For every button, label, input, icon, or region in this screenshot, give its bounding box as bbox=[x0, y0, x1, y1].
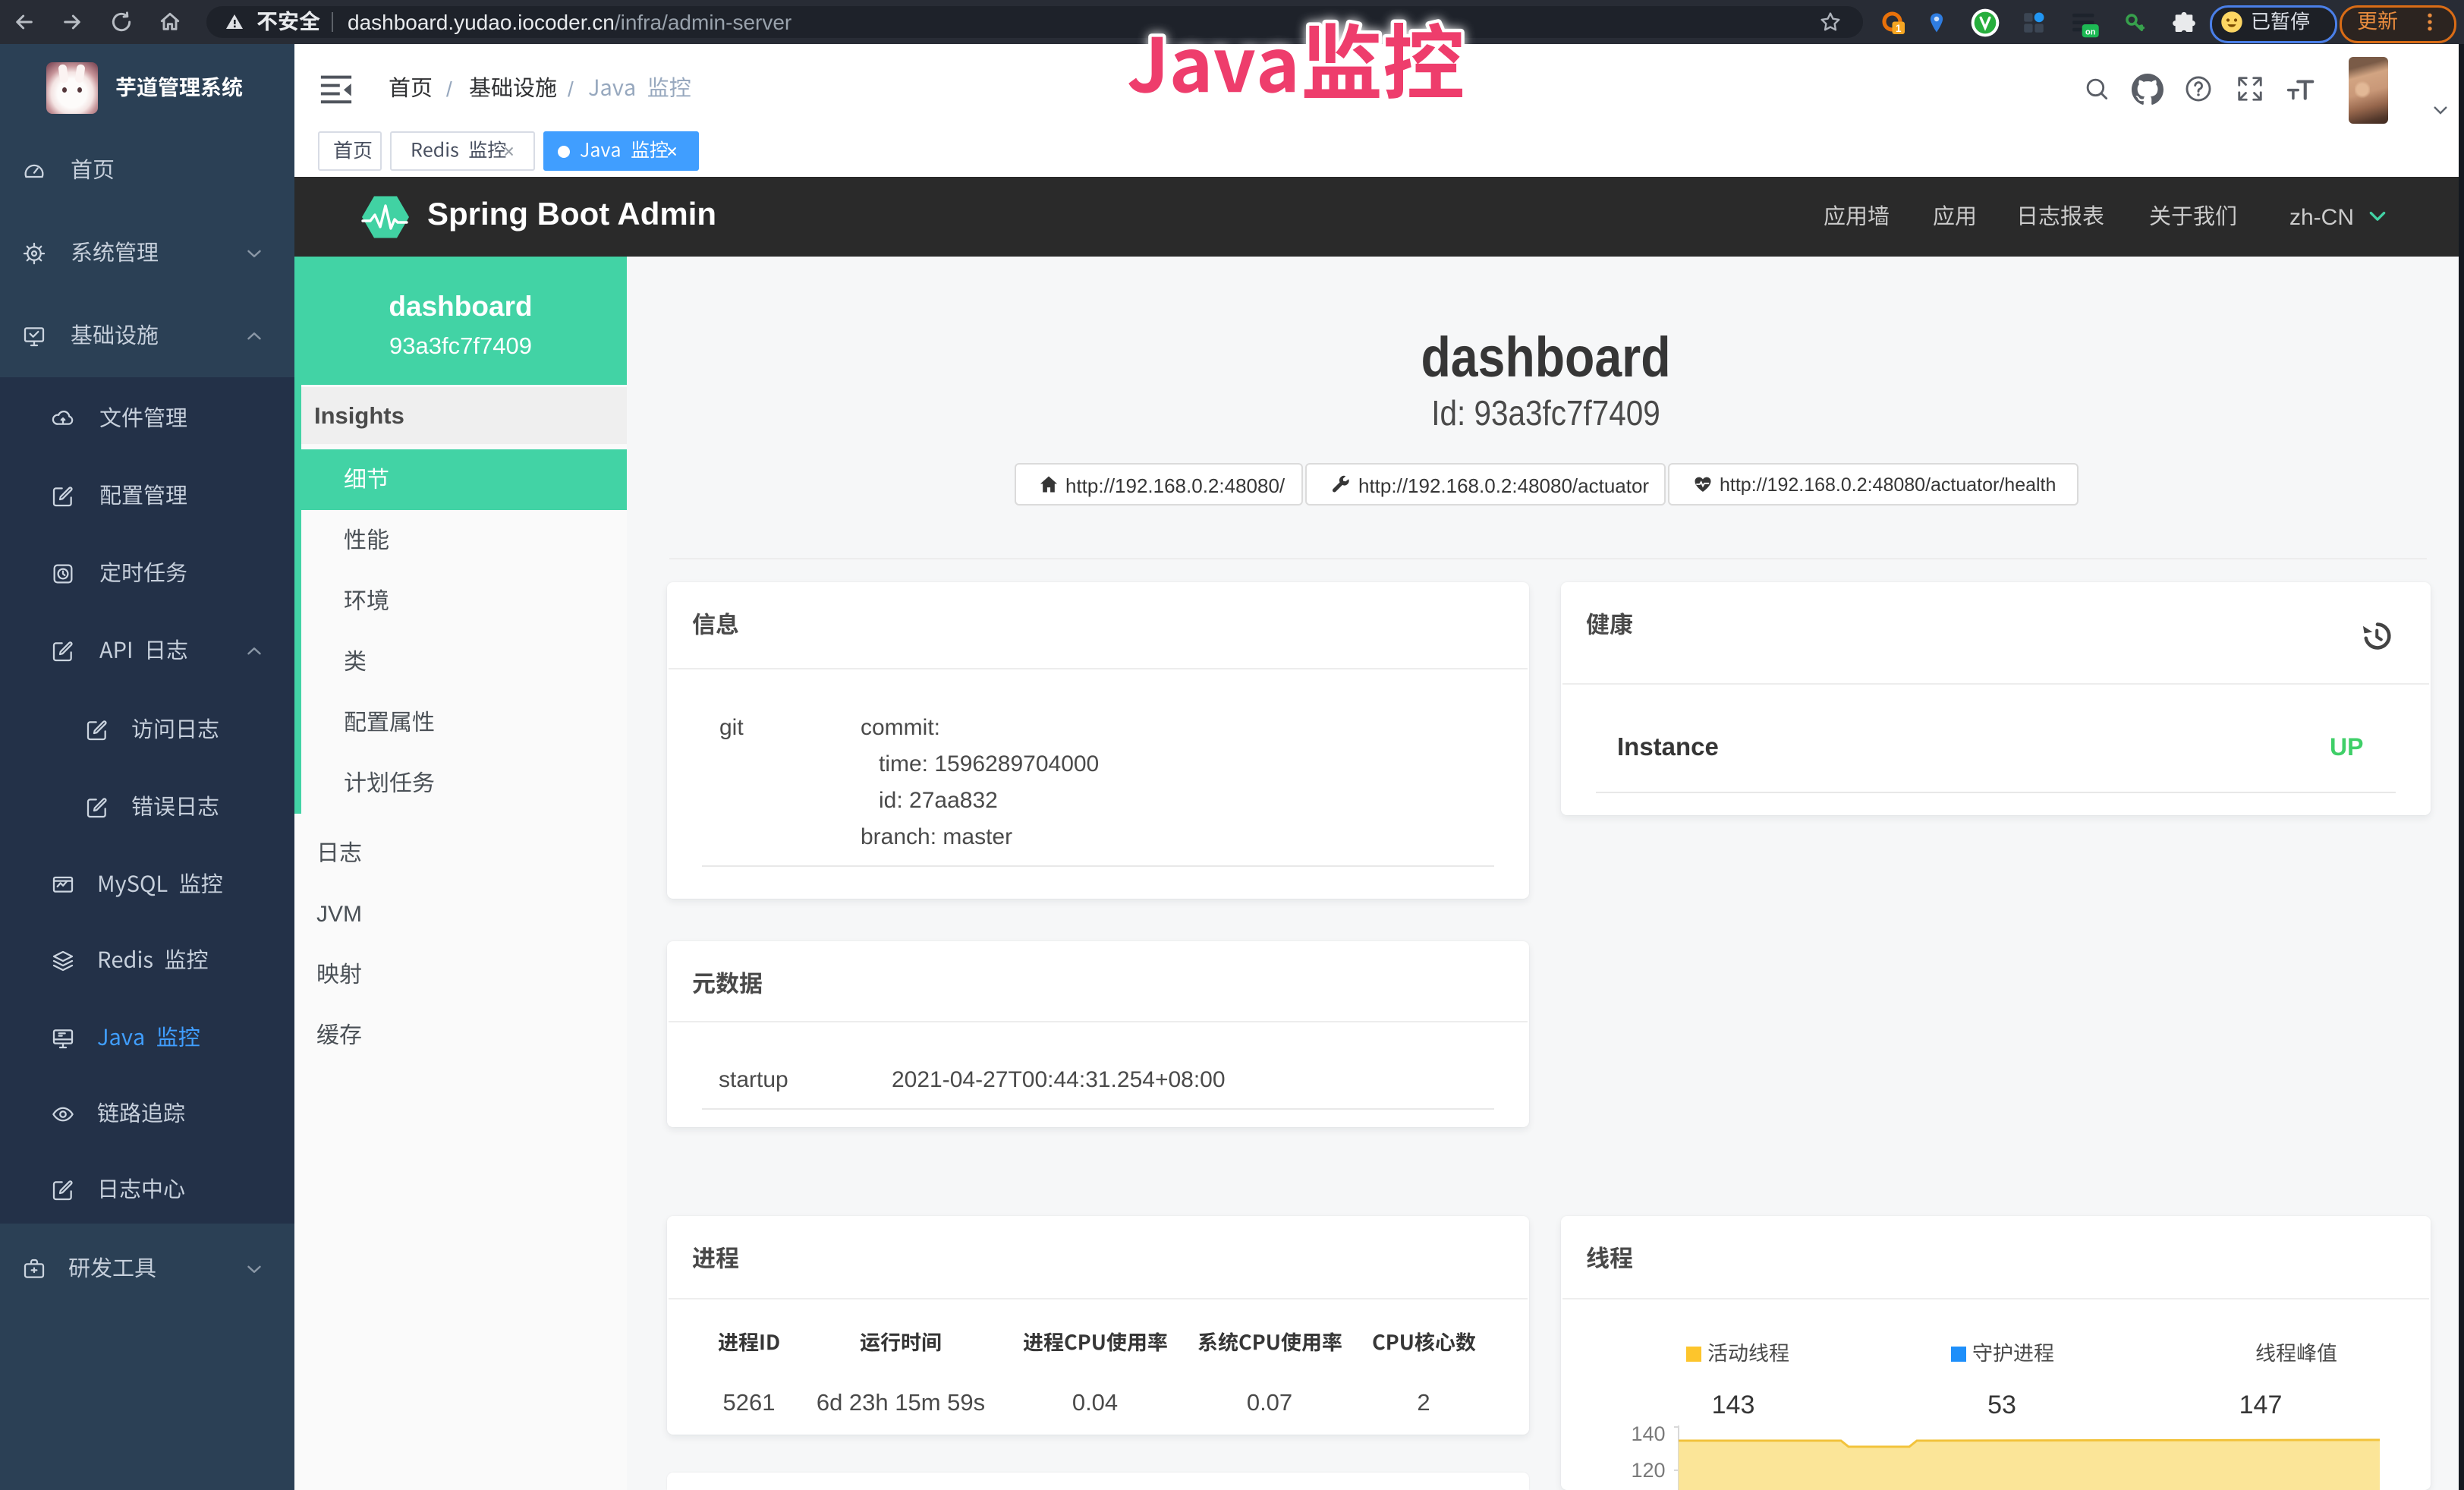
svg-text:on: on bbox=[2085, 27, 2096, 36]
svg-text:1: 1 bbox=[1896, 23, 1902, 34]
